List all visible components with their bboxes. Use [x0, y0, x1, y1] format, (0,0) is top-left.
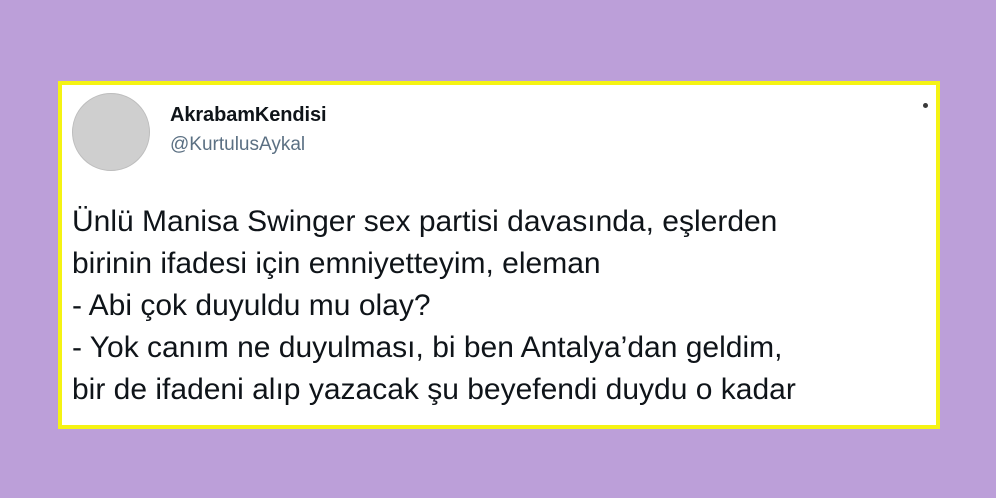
- tweet-card: AkrabamKendisi @KurtulusAykal Ünlü Manis…: [58, 81, 940, 429]
- tweet-line: Ünlü Manisa Swinger sex partisi davasınd…: [72, 205, 778, 238]
- avatar[interactable]: [72, 93, 150, 171]
- user-handle[interactable]: @KurtulusAykal: [170, 134, 305, 156]
- tweet-line: - Abi çok duyuldu mu olay?: [72, 289, 431, 322]
- tweet-line: birinin ifadesi için emniyetteyim, elema…: [72, 247, 601, 280]
- tweet-line: - Yok canım ne duyulması, bi ben Antalya…: [72, 331, 783, 364]
- tweet-text: Ünlü Manisa Swinger sex partisi davasınd…: [72, 201, 932, 411]
- display-name[interactable]: AkrabamKendisi: [170, 104, 327, 127]
- tweet-line: bir de ifadeni alıp yazacak şu beyefendi…: [72, 373, 796, 406]
- more-dot-icon[interactable]: [923, 103, 928, 108]
